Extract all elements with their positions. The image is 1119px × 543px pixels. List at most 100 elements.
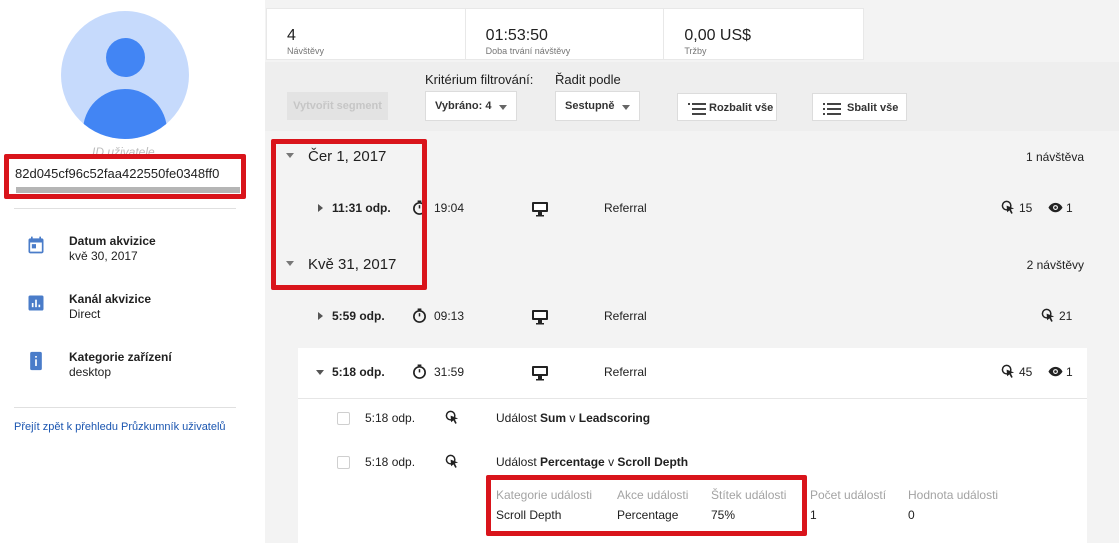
- filter-criteria-value: Vybráno: 4: [435, 100, 492, 112]
- metric-value: 0,00 US$: [684, 27, 752, 44]
- session-time: 5:59 odp.: [332, 309, 385, 323]
- filter-criteria-dropdown[interactable]: Vybráno: 4: [425, 91, 517, 121]
- user-id-scrollbar[interactable]: [16, 187, 240, 193]
- user-sidebar: ID uživatele 82d045cf96c52faa422550fe034…: [0, 0, 250, 543]
- timer-icon: [413, 364, 426, 379]
- session-count: 1 návštěva: [1025, 150, 1084, 164]
- metric-value: 01:53:50: [485, 27, 548, 44]
- metric-value: 4: [287, 27, 296, 44]
- back-to-user-explorer-link[interactable]: Přejít zpět k přehledu Průzkumník uživat…: [14, 421, 226, 433]
- sort-order-dropdown[interactable]: Sestupně: [555, 91, 640, 121]
- eye-icon: [1048, 366, 1063, 377]
- event-checkbox[interactable]: [337, 412, 350, 425]
- pageview-count: 1: [1066, 365, 1073, 379]
- sidebar-divider: [14, 407, 236, 408]
- desktop-icon: [532, 310, 548, 325]
- event-count: 21: [1059, 309, 1073, 323]
- acquisition-channel-value: Direct: [69, 307, 101, 321]
- metric-label: Doba trvání návštěvy: [485, 46, 571, 56]
- session-row-expanded[interactable]: 5:18 odp. 31:59 Referral 45 1: [298, 348, 1087, 398]
- collapse-all-label: Sbalit vše: [847, 102, 899, 114]
- bar-chart-icon: [28, 295, 44, 311]
- collapse-arrow-icon[interactable]: [286, 153, 294, 158]
- detail-header: Počet událostí: [810, 488, 887, 502]
- chevron-down-icon: [499, 105, 507, 110]
- detail-header: Kategorie události: [496, 488, 593, 502]
- detail-header: Hodnota události: [908, 488, 999, 502]
- calendar-icon: [28, 236, 44, 254]
- event-row[interactable]: 5:18 odp. Událost Sum v Leadscoring: [298, 399, 1087, 443]
- expand-all-button[interactable]: Rozbalit vše: [677, 93, 777, 121]
- device-category-label: Kategorie zařízení: [69, 350, 172, 364]
- expand-all-label: Rozbalit vše: [709, 102, 774, 114]
- detail-column: Kategorie události Scroll Depth: [496, 488, 592, 522]
- event-hit-icon: [445, 410, 459, 424]
- session-row[interactable]: 5:59 odp. 09:13 Referral 21: [298, 292, 1087, 342]
- session-duration: 09:13: [434, 309, 465, 323]
- device-category-value: desktop: [69, 365, 112, 379]
- filter-toolbar: Vytvořit segment Kritérium filtrování: V…: [265, 62, 1119, 131]
- sort-order-value: Sestupně: [565, 100, 615, 112]
- event-checkbox[interactable]: [337, 456, 350, 469]
- expand-arrow-icon[interactable]: [318, 312, 323, 320]
- desktop-icon: [532, 202, 548, 217]
- session-channel: Referral: [604, 309, 647, 323]
- event-description: Událost Sum v Leadscoring: [496, 411, 651, 425]
- event-count: 45: [1019, 365, 1033, 379]
- user-id-value: 82d045cf96c52faa422550fe0348ff0: [15, 166, 220, 181]
- collapse-arrow-icon[interactable]: [316, 370, 324, 375]
- sidebar-divider: [14, 208, 236, 209]
- device-info-icon: [30, 351, 42, 371]
- detail-column: Akce události Percentage: [617, 488, 688, 522]
- collapse-arrow-icon[interactable]: [286, 261, 294, 266]
- avatar: [61, 11, 189, 139]
- detail-column: Štítek události 75%: [711, 488, 786, 522]
- session-time: 11:31 odp.: [332, 201, 391, 215]
- event-count: 15: [1019, 201, 1033, 215]
- date-group-header[interactable]: Kvě 31, 2017 2 návštěvy: [265, 252, 1119, 280]
- detail-value: 75%: [711, 508, 736, 522]
- session-row[interactable]: 11:31 odp. 19:04 Referral 15 1: [298, 184, 1087, 234]
- avatar-head: [106, 38, 145, 77]
- session-count: 2 návštěvy: [1026, 258, 1084, 272]
- session-duration: 19:04: [434, 201, 465, 215]
- event-time: 5:18 odp.: [365, 411, 416, 425]
- user-id-field[interactable]: 82d045cf96c52faa422550fe0348ff0: [8, 157, 240, 195]
- detail-value: Percentage: [617, 508, 679, 522]
- event-time: 5:18 odp.: [365, 455, 416, 469]
- main-panel: 4 Návštěvy 01:53:50 Doba trvání návštěvy…: [265, 0, 1119, 543]
- acquisition-date-label: Datum akvizice: [69, 234, 156, 248]
- detail-value: 0: [908, 508, 915, 522]
- detail-column: Hodnota události 0: [908, 488, 998, 522]
- metric-session-duration: 01:53:50 Doba trvání návštěvy: [466, 9, 665, 59]
- session-channel: Referral: [604, 201, 647, 215]
- date-label: Kvě 31, 2017: [308, 256, 397, 273]
- event-hit-icon: [445, 454, 459, 468]
- expand-lines-icon: [688, 103, 706, 115]
- chevron-down-icon: [622, 105, 630, 110]
- expand-arrow-icon[interactable]: [318, 204, 323, 212]
- session-time: 5:18 odp.: [332, 365, 385, 379]
- timer-icon: [413, 308, 426, 323]
- avatar-body: [83, 89, 167, 139]
- collapse-all-button[interactable]: Sbalit vše: [812, 93, 907, 121]
- sort-by-label: Řadit podle: [555, 72, 621, 87]
- create-segment-button[interactable]: Vytvořit segment: [287, 92, 388, 120]
- pageview-count: 1: [1066, 201, 1073, 215]
- event-hit-icon: [1001, 364, 1015, 378]
- session-timeline: Čer 1, 2017 1 návštěva 11:31 odp. 19:04 …: [265, 131, 1119, 543]
- session-channel: Referral: [604, 365, 647, 379]
- detail-header: Akce události: [617, 488, 689, 502]
- event-description: Událost Percentage v Scroll Depth: [496, 455, 689, 469]
- detail-value: Scroll Depth: [496, 508, 562, 522]
- detail-column: Počet událostí 1: [810, 488, 886, 522]
- event-list: 5:18 odp. Událost Sum v Leadscoring 5:18…: [298, 398, 1087, 543]
- metric-label: Návštěvy: [287, 46, 325, 56]
- timer-icon: [413, 200, 426, 215]
- acquisition-channel-label: Kanál akvizice: [69, 292, 152, 306]
- event-hit-icon: [1001, 200, 1015, 214]
- date-group-header[interactable]: Čer 1, 2017 1 návštěva: [265, 144, 1119, 172]
- event-row[interactable]: 5:18 odp. Událost Percentage v Scroll De…: [298, 443, 1087, 487]
- date-label: Čer 1, 2017: [308, 148, 387, 165]
- metrics-bar: 4 Návštěvy 01:53:50 Doba trvání návštěvy…: [266, 8, 864, 60]
